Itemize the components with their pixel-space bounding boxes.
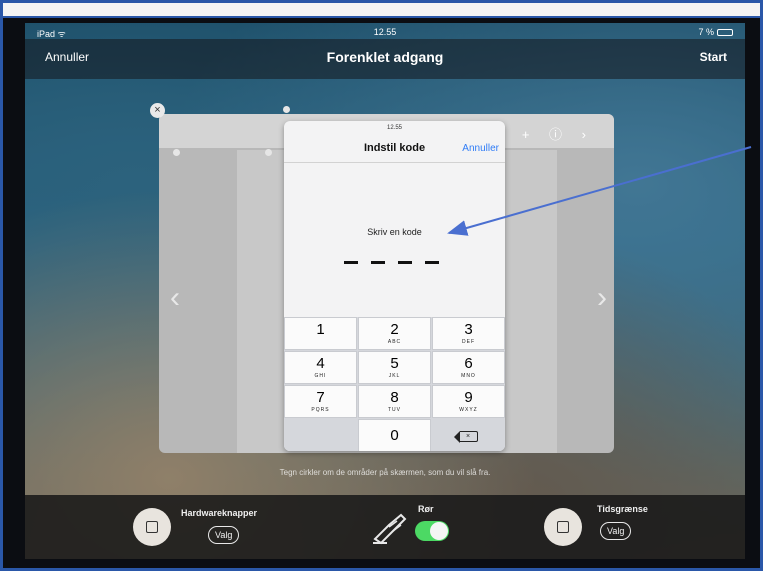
passcode-digit-slot [344,261,358,264]
page-title: Forenklet adgang [326,49,444,65]
delete-key[interactable]: × [432,419,505,451]
key-letters: PQRS [311,407,330,413]
key-5[interactable]: 5 JKL [358,351,431,384]
key-9[interactable]: 9 WXYZ [432,385,505,418]
battery-percent: 7 % [698,27,714,37]
time-limit-toggle[interactable] [544,508,582,546]
nav-bar: Annuller Forenklet adgang Start [25,39,745,79]
key-1[interactable]: 1 [284,317,357,350]
status-bar: iPad ᯤ 12.55 7 % [25,23,745,39]
start-button[interactable]: Start [700,50,727,64]
instruction-hint: Tegn cirkler om de områder på skærmen, s… [279,468,491,477]
dialog-status-time: 12.55 [386,125,402,131]
hardware-options-button[interactable]: Valg [208,526,240,544]
key-digit: 6 [464,355,473,372]
time-limit-options-button[interactable]: Valg [600,522,632,540]
key-letters: ABC [387,339,402,345]
key-digit: 8 [390,389,399,406]
passcode-digit-slot [398,261,412,264]
key-letters: WXYZ [459,407,478,413]
close-icon[interactable]: × [150,103,165,118]
backspace-icon: × [453,431,478,443]
passcode-entry [344,261,444,267]
key-digit: 4 [316,355,325,372]
key-letters: DEF [462,339,475,345]
battery-icon [717,29,733,37]
key-digit: 0 [390,427,399,444]
key-2[interactable]: 2 ABC [358,317,431,350]
key-letters: MNO [461,373,476,379]
key-blank [284,419,357,451]
hardware-buttons-toggle[interactable] [133,508,171,546]
key-0[interactable]: 0 [358,419,431,451]
previous-arrow-icon[interactable]: ‹ [170,281,180,315]
key-digit: 9 [464,389,473,406]
dialog-cancel-button[interactable]: Annuller [462,143,499,154]
ipad-screen: iPad ᯤ 12.55 7 % Annuller Forenklet adga… [25,23,745,559]
numeric-keypad: 1 2 ABC 3 DEF 4 GHI 5 JKL 6 MNO 7 PQRS 8 TUV 9W… [284,317,505,451]
hardware-buttons-label: Hardwareknapper [181,508,258,518]
key-letters: JKL [388,373,401,379]
app-toolbar-icons: + ⓘ › [521,127,594,142]
touch-label: Rør [418,504,434,514]
key-digit: 1 [316,321,325,338]
touch-toggle[interactable] [415,521,449,541]
bottom-toolbar: Hardwareknapper Valg Rør Tidsgrænse Valg [25,495,745,559]
passcode-digit-slot [425,261,439,264]
resize-handle[interactable] [173,149,180,156]
key-digit: 3 [464,321,473,338]
square-icon [557,521,569,533]
key-8[interactable]: 8 TUV [358,385,431,418]
time-limit-label: Tidsgrænse [597,504,648,514]
status-time: 12.55 [373,27,397,37]
passcode-dialog: 12.55 Indstil kode Annuller Skriv en kod… [284,121,505,451]
key-3[interactable]: 3 DEF [432,317,505,350]
key-6[interactable]: 6 MNO [432,351,505,384]
next-arrow-icon[interactable]: › [597,281,607,315]
screenshot-frame: iPad ᯤ 12.55 7 % Annuller Forenklet adga… [0,0,763,571]
key-digit: 7 [316,389,325,406]
resize-handle[interactable] [283,106,290,113]
key-letters: TUV [388,407,401,413]
passcode-digit-slot [371,261,385,264]
square-icon [146,521,158,533]
key-digit: 5 [390,355,399,372]
top-band [3,3,760,18]
key-digit: 2 [390,321,399,338]
key-4[interactable]: 4 GHI [284,351,357,384]
key-7[interactable]: 7 PQRS [284,385,357,418]
touch-hand-icon [373,513,407,545]
battery-indicator: 7 % [698,27,733,37]
key-letters: GHI [314,373,327,379]
dialog-header: Indstil kode Annuller [284,135,505,163]
passcode-prompt: Skriv en kode [367,227,422,237]
resize-handle[interactable] [265,149,272,156]
